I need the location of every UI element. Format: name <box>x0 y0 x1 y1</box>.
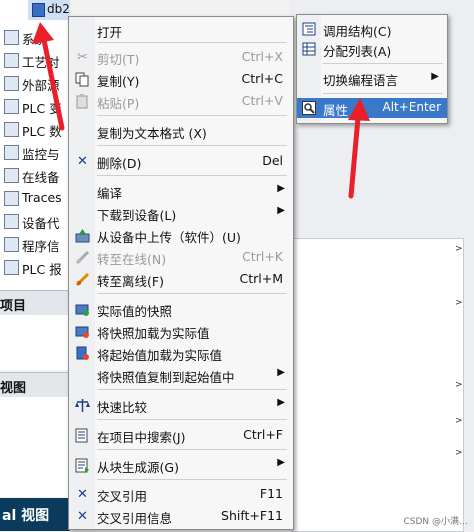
upload-icon <box>75 228 90 243</box>
menu-separator <box>97 293 287 294</box>
context-submenu: 调用结构(C) 分配列表(A) 切换编程语言 ▶ 属性 Alt+Enter <box>296 14 448 124</box>
tree-item[interactable]: 系统 <box>0 27 70 47</box>
menu-item-properties[interactable]: 属性 Alt+Enter <box>297 98 447 118</box>
chevron-right-icon[interactable]: > <box>455 380 465 390</box>
submenu-arrow-icon: ▶ <box>431 71 439 82</box>
db-block-icon <box>32 3 45 17</box>
portal-view-button[interactable]: al 视图 <box>0 498 70 531</box>
tree-item[interactable]: 程序信 <box>0 234 70 254</box>
view-panel-header[interactable]: 视图 <box>0 372 70 398</box>
inspector-pane <box>292 238 464 532</box>
assignment-list-icon <box>302 42 316 56</box>
paste-icon <box>75 94 90 109</box>
folder-icon <box>4 53 19 68</box>
submenu-arrow-icon: ▶ <box>277 183 285 194</box>
compare-icon <box>75 398 90 413</box>
traces-icon <box>4 191 19 206</box>
menu-item-cross-reference[interactable]: ✕ 交叉引用 F11 <box>69 484 293 504</box>
properties-icon <box>302 101 316 115</box>
tree-item[interactable]: Traces <box>0 188 70 208</box>
menu-item-paste[interactable]: 粘贴(P) Ctrl+V <box>69 91 293 111</box>
menu-separator <box>97 449 287 450</box>
menu-item-assignment-list[interactable]: 分配列表(A) <box>297 39 447 59</box>
chevron-right-icon[interactable]: > <box>455 416 465 426</box>
context-menu: 打开 ✂ 剪切(T) Ctrl+X 复制(Y) Ctrl+C 粘贴(P) Ctr… <box>68 16 294 530</box>
tree-item-db2-label: db2 [DB2] <box>47 2 70 16</box>
chevron-right-icon[interactable]: > <box>455 244 465 254</box>
submenu-arrow-icon: ▶ <box>277 367 285 378</box>
project-panel-header[interactable]: 项目 <box>0 290 70 316</box>
menu-item-snapshot[interactable]: 实际值的快照 <box>69 299 293 319</box>
cross-ref-icon: ✕ <box>77 487 88 502</box>
search-project-icon <box>75 428 90 443</box>
menu-item-copy-snapshot-to-start[interactable]: 将快照值复制到起始值中 ▶ <box>69 365 293 385</box>
call-structure-icon <box>302 22 316 36</box>
menu-item-delete[interactable]: ✕ 删除(D) Del <box>69 151 293 171</box>
load-start-icon <box>75 346 90 361</box>
chevron-right-icon[interactable]: > <box>455 298 465 308</box>
submenu-arrow-icon: ▶ <box>277 457 285 468</box>
folder-icon <box>4 76 19 91</box>
menu-separator <box>97 145 287 146</box>
cross-ref-info-icon: ✕ <box>77 509 88 524</box>
menu-item-open[interactable]: 打开 <box>69 20 293 40</box>
tree-item[interactable]: PLC 变 <box>0 96 70 116</box>
menu-separator <box>97 419 287 420</box>
delete-icon: ✕ <box>77 154 88 169</box>
menu-item-load-snapshot[interactable]: 将快照加载为实际值 <box>69 321 293 341</box>
menu-item-copy[interactable]: 复制(Y) Ctrl+C <box>69 69 293 89</box>
plc-datatype-icon <box>4 122 19 137</box>
submenu-arrow-icon: ▶ <box>277 397 285 408</box>
menu-separator <box>323 93 443 94</box>
menu-separator <box>97 175 287 176</box>
plc-tags-icon <box>4 99 19 114</box>
watch-table-icon <box>4 145 19 160</box>
project-panel-body <box>0 315 70 370</box>
view-panel-body <box>0 397 70 497</box>
tree-item[interactable]: 监控与 <box>0 142 70 162</box>
submenu-arrow-icon: ▶ <box>277 205 285 216</box>
plc-alarm-icon <box>4 260 19 275</box>
copy-icon <box>75 72 90 87</box>
menu-item-switch-language[interactable]: 切换编程语言 ▶ <box>297 68 447 88</box>
tree-item[interactable]: PLC 数 <box>0 119 70 139</box>
menu-item-compile[interactable]: 编译 ▶ <box>69 181 293 201</box>
menu-separator <box>323 63 443 64</box>
tree-item[interactable]: 在线备 <box>0 165 70 185</box>
folder-icon <box>4 30 19 45</box>
menu-separator <box>97 389 287 390</box>
menu-item-go-online[interactable]: 转至在线(N) Ctrl+K <box>69 247 293 267</box>
chevron-right-icon[interactable]: > <box>455 448 465 458</box>
menu-item-quick-compare[interactable]: 快速比较 ▶ <box>69 395 293 415</box>
menu-item-search-in-project[interactable]: 在项目中搜索(J) Ctrl+F <box>69 425 293 445</box>
menu-separator <box>97 479 287 480</box>
menu-separator <box>97 42 287 43</box>
menu-item-copy-as-text[interactable]: 复制为文本格式 (X) <box>69 121 293 141</box>
watermark: CSDN @小满… <box>403 517 468 527</box>
snapshot-icon <box>75 302 90 317</box>
program-info-icon <box>4 237 19 252</box>
menu-item-cross-reference-info[interactable]: ✕ 交叉引用信息 Shift+F11 <box>69 506 293 526</box>
menu-item-go-offline[interactable]: 转至离线(F) Ctrl+M <box>69 269 293 289</box>
tree-item[interactable]: 工艺对 <box>0 50 70 70</box>
scissors-icon: ✂ <box>77 50 88 65</box>
go-offline-icon <box>75 272 90 287</box>
device-proxy-icon <box>4 214 19 229</box>
menu-item-generate-source[interactable]: 从块生成源(G) ▶ <box>69 455 293 475</box>
menu-item-call-structure[interactable]: 调用结构(C) <box>297 19 447 39</box>
load-snapshot-icon <box>75 324 90 339</box>
generate-source-icon <box>75 458 90 473</box>
go-online-icon <box>75 250 90 265</box>
online-backup-icon <box>4 168 19 183</box>
tree-item[interactable]: 设备代 <box>0 211 70 231</box>
menu-separator <box>97 115 287 116</box>
menu-item-download[interactable]: 下载到设备(L) ▶ <box>69 203 293 223</box>
tree-item[interactable]: 外部源 <box>0 73 70 93</box>
menu-item-cut[interactable]: ✂ 剪切(T) Ctrl+X <box>69 47 293 67</box>
menu-item-load-start-values[interactable]: 将起始值加载为实际值 <box>69 343 293 363</box>
project-tree: db2 [DB2] 系统 工艺对 外部源 PLC 变 PLC 数 监控与 在线备… <box>0 0 70 300</box>
menu-item-upload[interactable]: 从设备中上传（软件）(U) <box>69 225 293 245</box>
tree-item[interactable]: PLC 报 <box>0 257 70 277</box>
